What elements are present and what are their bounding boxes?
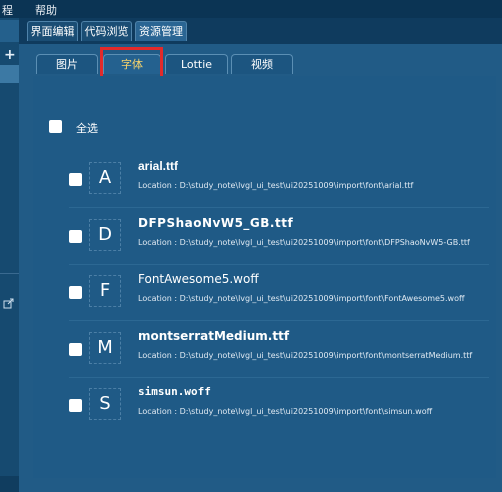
font-name: FontAwesome5.woff: [138, 272, 259, 286]
font-checkbox[interactable]: [69, 399, 82, 412]
font-row-fontawesome[interactable]: F FontAwesome5.woff Location : D:\study_…: [33, 264, 496, 321]
font-checkbox[interactable]: [69, 286, 82, 299]
font-location: Location : D:\study_note\lvgl_ui_test\ui…: [138, 407, 433, 416]
editor-tab-bar: 界面编辑 代码浏览 资源管理: [19, 18, 502, 44]
plus-icon[interactable]: +: [4, 47, 16, 63]
font-location: Location : D:\study_note\lvgl_ui_test\ui…: [138, 351, 473, 360]
font-preview: F: [89, 275, 121, 307]
tab-videos[interactable]: 视频: [231, 54, 293, 74]
left-rail-header: [0, 20, 19, 42]
font-preview: D: [89, 219, 121, 251]
resource-type-tabs: 图片 字体 Lottie 视频: [19, 44, 502, 91]
font-row-dfpshaonv[interactable]: D DFPShaoNvW5_GB.ttf Location : D:\study…: [33, 208, 496, 265]
left-rail-selected-item[interactable]: [0, 65, 19, 83]
menu-item-help[interactable]: 帮助: [35, 2, 57, 18]
left-rail-divider: [0, 273, 19, 274]
font-location: Location : D:\study_note\lvgl_ui_test\ui…: [138, 294, 465, 303]
font-checkbox[interactable]: [69, 173, 82, 186]
tab-lottie[interactable]: Lottie: [165, 54, 228, 74]
font-checkbox[interactable]: [69, 230, 82, 243]
font-row-arial[interactable]: A arial.ttf Location : D:\study_note\lvg…: [33, 151, 496, 208]
menu-item-program[interactable]: 程: [2, 2, 13, 18]
font-preview: M: [89, 332, 121, 364]
font-name: DFPShaoNvW5_GB.ttf: [138, 216, 294, 230]
menu-bar: 程 帮助: [0, 0, 502, 18]
left-rail-footer: [0, 476, 19, 492]
font-preview: S: [89, 388, 121, 420]
font-location: Location : D:\study_note\lvgl_ui_test\ui…: [138, 238, 470, 247]
external-link-icon[interactable]: [3, 298, 14, 309]
font-name: simsun.woff: [138, 385, 211, 398]
font-name: arial.ttf: [138, 159, 179, 173]
tab-ui-editor[interactable]: 界面编辑: [27, 21, 78, 41]
font-row-montserrat[interactable]: M montserratMedium.ttf Location : D:\stu…: [33, 321, 496, 378]
tab-code-browser[interactable]: 代码浏览: [81, 21, 132, 41]
font-list: 全选 A arial.ttf Location : D:\study_note\…: [33, 76, 496, 478]
tab-images[interactable]: 图片: [36, 54, 98, 74]
tab-resource-manager[interactable]: 资源管理: [135, 21, 187, 41]
font-row-simsun[interactable]: S simsun.woff Location : D:\study_note\l…: [33, 377, 496, 433]
left-rail: +: [0, 18, 19, 492]
select-all-checkbox[interactable]: [49, 120, 62, 133]
font-location: Location : D:\study_note\lvgl_ui_test\ui…: [138, 181, 414, 190]
font-preview: A: [89, 162, 121, 194]
select-all-label: 全选: [76, 122, 98, 135]
font-checkbox[interactable]: [69, 343, 82, 356]
font-name: montserratMedium.ttf: [138, 329, 290, 343]
resource-panel: 图片 字体 Lottie 视频 全选 A arial.ttf Location …: [19, 44, 502, 492]
